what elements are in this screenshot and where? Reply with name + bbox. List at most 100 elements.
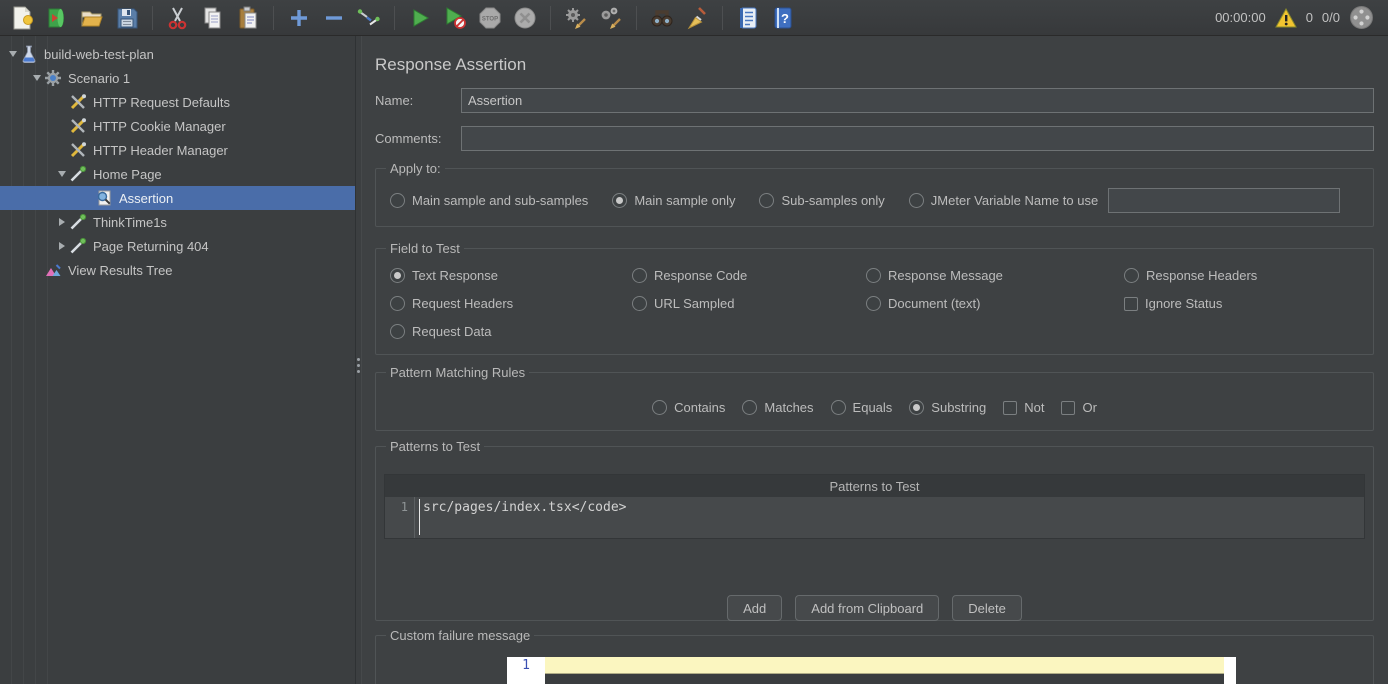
patterns-table-header: Patterns to Test <box>385 475 1364 497</box>
apply-to-legend: Apply to: <box>386 161 445 176</box>
tree-item-scenario-1[interactable]: Scenario 1 <box>0 66 355 90</box>
radio-label: Main sample only <box>634 193 735 208</box>
tree-item-label: Home Page <box>93 167 162 182</box>
radio-label: JMeter Variable Name to use <box>931 193 1098 208</box>
expander-icon[interactable] <box>30 75 44 81</box>
radio-response-code[interactable]: Response Code <box>632 268 866 283</box>
remote-start-icon[interactable] <box>1349 5 1374 30</box>
radio-label: Sub-samples only <box>781 193 884 208</box>
tree-item-http-request-defaults[interactable]: HTTP Request Defaults <box>0 90 355 114</box>
warning-icon[interactable] <box>1275 8 1297 28</box>
tree-item-label: HTTP Request Defaults <box>93 95 230 110</box>
tree-item-page-returning-404[interactable]: Page Returning 404 <box>0 234 355 258</box>
custom-failure-message-editor[interactable]: 1 <box>507 657 1236 684</box>
help-icon[interactable]: ? <box>771 5 795 31</box>
radio-substring[interactable]: Substring <box>909 400 986 415</box>
radio-response-message[interactable]: Response Message <box>866 268 1124 283</box>
start-no-pauses-icon[interactable] <box>443 5 467 31</box>
radio-equals[interactable]: Equals <box>831 400 893 415</box>
new-file-icon[interactable] <box>10 5 34 31</box>
remove-icon[interactable] <box>322 5 346 31</box>
toolbar-separator <box>722 6 723 30</box>
editor-text-area[interactable] <box>545 657 1224 684</box>
radio-text-response[interactable]: Text Response <box>390 268 632 283</box>
radio-label: Substring <box>931 400 986 415</box>
tree-item-view-results-tree[interactable]: View Results Tree <box>0 258 355 282</box>
comments-input[interactable] <box>461 126 1374 151</box>
clear-all-icon[interactable] <box>599 5 623 31</box>
paste-icon[interactable] <box>236 5 260 31</box>
panel-splitter[interactable] <box>355 36 362 684</box>
radio-url-sampled[interactable]: URL Sampled <box>632 296 866 311</box>
templates-icon[interactable] <box>45 5 69 31</box>
expander-icon[interactable] <box>55 218 69 226</box>
radio-label: Equals <box>853 400 893 415</box>
radio-request-data[interactable]: Request Data <box>390 324 632 339</box>
response-assertion-panel: Response Assertion Name: Comments: Apply… <box>362 36 1388 684</box>
patterns-table-body[interactable]: 1 src/pages/index.tsx</code> <box>385 497 1364 538</box>
tree-item-http-header-manager[interactable]: HTTP Header Manager <box>0 138 355 162</box>
warning-count: 0 <box>1306 10 1313 25</box>
checkbox-or[interactable]: Or <box>1061 400 1096 415</box>
checkbox-ignore-status[interactable]: Ignore Status <box>1124 296 1365 311</box>
copy-icon[interactable] <box>201 5 225 31</box>
radio-document-text[interactable]: Document (text) <box>866 296 1124 311</box>
radio-sub-samples-only[interactable]: Sub-samples only <box>759 193 884 208</box>
add-from-clipboard-button[interactable]: Add from Clipboard <box>795 595 939 621</box>
config-element-icon <box>69 93 87 111</box>
radio-contains[interactable]: Contains <box>652 400 725 415</box>
jmeter-variable-input[interactable] <box>1108 188 1340 213</box>
tree-item-test-plan[interactable]: build-web-test-plan <box>0 42 355 66</box>
radio-main-sample-only[interactable]: Main sample only <box>612 193 735 208</box>
shutdown-icon[interactable] <box>513 5 537 31</box>
tree-item-assertion[interactable]: Assertion <box>0 186 355 210</box>
splitter-handle-icon[interactable] <box>357 358 360 373</box>
clear-search-icon[interactable] <box>685 5 709 31</box>
cut-icon[interactable] <box>166 5 190 31</box>
editor-scrollbar[interactable] <box>1224 657 1236 684</box>
radio-response-headers[interactable]: Response Headers <box>1124 268 1365 283</box>
thread-group-icon <box>44 69 62 87</box>
config-element-icon <box>69 117 87 135</box>
stop-icon[interactable]: STOP <box>478 5 502 31</box>
patterns-table: Patterns to Test 1 src/pages/index.tsx</… <box>384 474 1365 539</box>
checkbox-not[interactable]: Not <box>1003 400 1044 415</box>
name-label: Name: <box>375 93 461 108</box>
expander-icon[interactable] <box>55 242 69 250</box>
radio-main-sample-and-sub-samples[interactable]: Main sample and sub-samples <box>390 193 588 208</box>
pattern-cell[interactable]: src/pages/index.tsx</code> <box>415 497 1364 538</box>
save-icon[interactable] <box>115 5 139 31</box>
edit-icon[interactable] <box>357 5 381 31</box>
tree-item-home-page[interactable]: Home Page <box>0 162 355 186</box>
function-helper-icon[interactable] <box>736 5 760 31</box>
tree-item-thinktime1s[interactable]: ThinkTime1s <box>0 210 355 234</box>
custom-failure-message-group: Custom failure message 1 <box>375 628 1374 684</box>
tree-item-label: ThinkTime1s <box>93 215 167 230</box>
page-title: Response Assertion <box>375 36 1374 75</box>
add-button[interactable]: Add <box>727 595 782 621</box>
tree-item-http-cookie-manager[interactable]: HTTP Cookie Manager <box>0 114 355 138</box>
tree-item-label: View Results Tree <box>68 263 173 278</box>
add-icon[interactable] <box>287 5 311 31</box>
checkbox-label: Not <box>1024 400 1044 415</box>
delete-button[interactable]: Delete <box>952 595 1022 621</box>
sampler-icon <box>69 165 87 183</box>
comments-label: Comments: <box>375 131 461 146</box>
expander-icon[interactable] <box>6 51 20 57</box>
toolbar-separator <box>636 6 637 30</box>
expander-icon[interactable] <box>55 171 69 177</box>
sampler-icon <box>69 237 87 255</box>
search-icon[interactable] <box>650 5 674 31</box>
radio-label: Response Headers <box>1146 268 1257 283</box>
name-input[interactable] <box>461 88 1374 113</box>
radio-jmeter-variable-name[interactable]: JMeter Variable Name to use <box>909 193 1098 208</box>
radio-matches[interactable]: Matches <box>742 400 813 415</box>
apply-to-group: Apply to: Main sample and sub-samples Ma… <box>375 161 1374 227</box>
thread-count: 0/0 <box>1322 10 1340 25</box>
clear-icon[interactable] <box>564 5 588 31</box>
text-caret <box>419 499 420 535</box>
start-icon[interactable] <box>408 5 432 31</box>
radio-request-headers[interactable]: Request Headers <box>390 296 632 311</box>
open-file-icon[interactable] <box>80 5 104 31</box>
test-plan-tree: build-web-test-plan Scenario 1 HTTP Requ… <box>0 36 355 684</box>
